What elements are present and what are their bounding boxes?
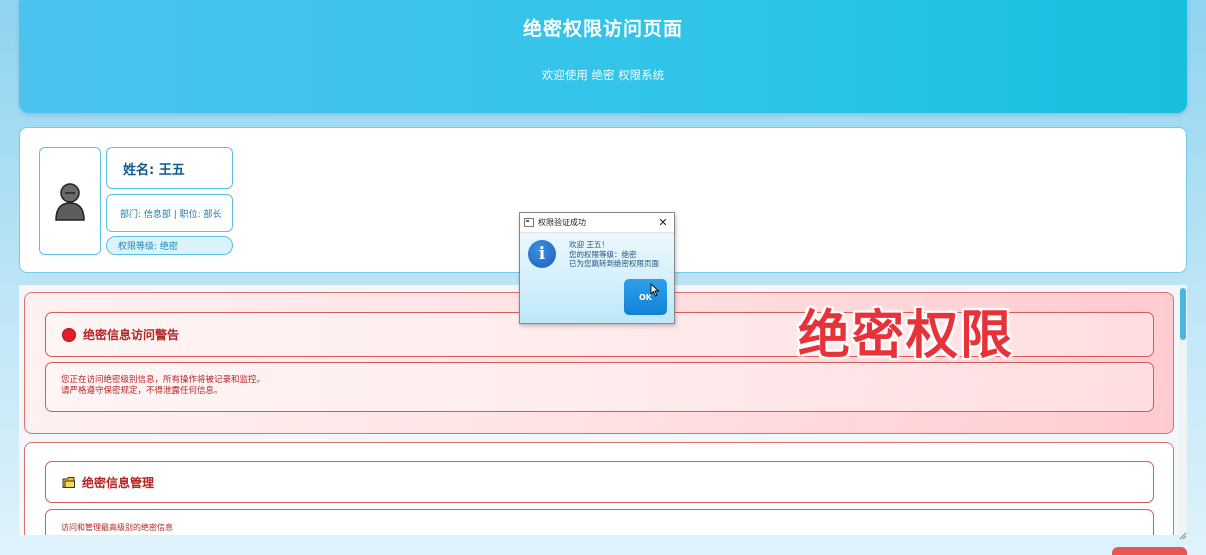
management-section: 绝密信息管理 访问和管理最高级别的绝密信息 (24, 442, 1174, 535)
folder-icon (62, 476, 76, 489)
page-header: 绝密权限访问页面 欢迎使用 绝密 权限系统 (19, 0, 1187, 113)
overlay-watermark-text: 绝密权限 (798, 306, 1015, 366)
warning-line-2: 请严格遵守保密规定，不得泄露任何信息。 (61, 386, 223, 396)
dialog-line-3: 已为您跳转到绝密权限页面 (569, 259, 659, 268)
permission-level-badge: 权限等级: 绝密 (106, 236, 233, 255)
window-icon (524, 218, 534, 227)
warning-title: 绝密信息访问警告 (83, 328, 180, 342)
management-title: 绝密信息管理 (82, 475, 155, 490)
person-icon (55, 183, 85, 221)
red-circle-icon (62, 327, 76, 342)
info-icon: i (528, 240, 556, 268)
avatar (39, 147, 101, 255)
dialog-message: 欢迎 王五！ 您的权限等级：绝密 已为您跳转到绝密权限页面 (569, 240, 659, 269)
user-department-position: 部门: 信息部 | 职位: 部长 (106, 194, 233, 232)
user-name: 姓名: 王五 (106, 147, 233, 189)
bottom-action-button[interactable] (1112, 547, 1187, 555)
mouse-cursor-icon (650, 283, 660, 297)
warning-body: 您正在访问绝密级别信息，所有操作将被记录和监控。 请严格遵守保密规定，不得泄露任… (45, 362, 1154, 412)
management-header: 绝密信息管理 (45, 461, 1154, 503)
dialog-title: 权限验证成功 (538, 218, 586, 227)
close-icon[interactable]: ✕ (656, 215, 670, 229)
page-subtitle: 欢迎使用 绝密 权限系统 (541, 68, 665, 82)
dialog-line-1: 欢迎 王五！ (569, 240, 609, 249)
scrollbar-thumb[interactable] (1180, 288, 1186, 340)
page-title: 绝密权限访问页面 (522, 18, 683, 40)
ok-button[interactable]: OK (624, 279, 667, 315)
dialog-line-2: 您的权限等级：绝密 (569, 249, 637, 259)
dialog-titlebar[interactable]: 权限验证成功 (520, 213, 674, 233)
management-body: 访问和管理最高级别的绝密信息 (45, 509, 1154, 535)
permission-success-dialog: 权限验证成功 ✕ i 欢迎 王五！ 您的权限等级：绝密 已为您跳转到绝密权限页面… (519, 212, 675, 324)
resize-grip-icon[interactable] (1177, 525, 1187, 540)
warning-line-1: 您正在访问绝密级别信息，所有操作将被记录和监控。 (61, 375, 266, 385)
